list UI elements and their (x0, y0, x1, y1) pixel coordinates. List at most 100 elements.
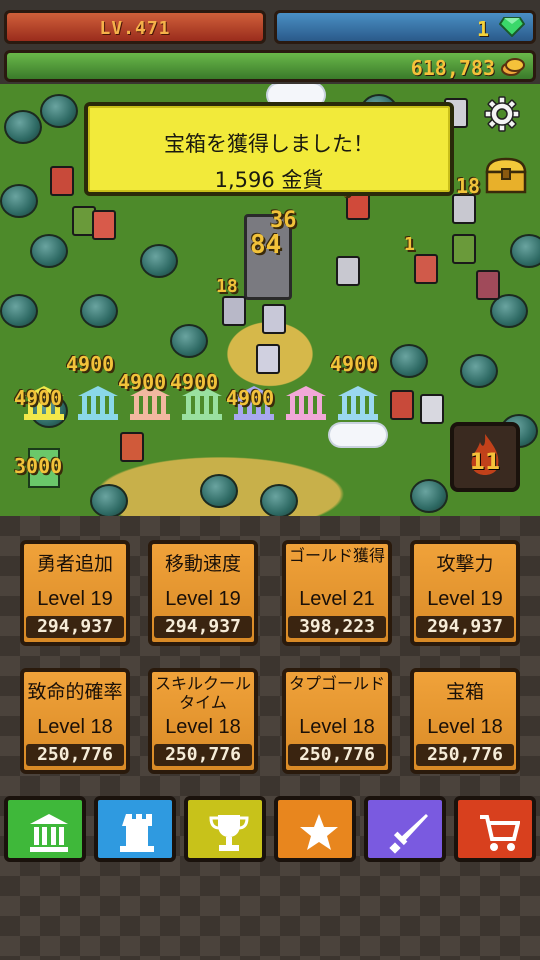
hero-unit (336, 256, 360, 286)
sword-icon (389, 814, 428, 854)
damage-number: 4900 (226, 386, 275, 410)
damage-number: 1 (404, 234, 415, 255)
upgrade-level: Level 19 (165, 588, 241, 610)
treasure-popup[interactable]: 宝箱を獲得しました！ 1,596 金貨 (84, 102, 454, 196)
upgrade-title: タプゴールド (288, 674, 385, 693)
hero-unit (390, 390, 414, 420)
player-level-bar: LV.471 (4, 10, 266, 44)
nav-sword-button[interactable] (364, 796, 446, 862)
upgrade-crit-chance[interactable]: 致命的確率 Level 18 250,776 (20, 668, 130, 774)
upgrade-cost: 250,776 (416, 744, 514, 766)
nav-shop-button[interactable] (454, 796, 536, 862)
temple-pink (286, 386, 326, 420)
tree (510, 234, 540, 268)
gem-bar[interactable]: 1 (274, 10, 536, 44)
upgrade-level: Level 19 (427, 588, 503, 610)
damage-number: 3000 (14, 454, 63, 478)
damage-number: 84 (250, 230, 282, 260)
cloud (330, 424, 386, 446)
damage-number: 18 (456, 174, 481, 198)
treasure-chest-icon[interactable] (484, 156, 528, 194)
star-icon (300, 814, 338, 850)
hero-unit (256, 344, 280, 374)
settings-gear-icon[interactable] (484, 96, 520, 132)
upgrade-gold-gain[interactable]: ゴールド獲得 Level 21 398,223 (282, 540, 392, 646)
tree (140, 244, 178, 278)
tree (80, 294, 118, 328)
nav-temple-button[interactable] (4, 796, 86, 862)
hero-unit (120, 432, 144, 462)
tree (0, 184, 38, 218)
upgrade-title: 致命的確率 (27, 681, 123, 703)
popup-message: 宝箱を獲得しました！ (164, 132, 374, 156)
upgrade-cost: 250,776 (26, 744, 124, 766)
upgrade-cost: 294,937 (416, 616, 514, 638)
upgrade-level: Level 18 (165, 716, 241, 738)
damage-number: 4900 (170, 370, 219, 394)
tree (40, 94, 78, 128)
upgrade-level: Level 21 (299, 588, 375, 610)
upgrade-treasure-chest[interactable]: 宝箱 Level 18 250,776 (410, 668, 520, 774)
upgrade-title: 移動速度 (164, 553, 241, 575)
hero-unit (262, 304, 286, 334)
upgrade-cost: 398,223 (288, 616, 386, 638)
tree (200, 474, 238, 508)
upgrade-title: 攻撃力 (436, 553, 494, 575)
upgrade-title: スキルクールタイム (154, 674, 251, 712)
temple-cyan (78, 386, 118, 420)
tree (260, 484, 298, 516)
player-level-text: LV.471 (99, 18, 171, 39)
upgrade-title: ゴールド獲得 (288, 546, 385, 565)
tree (410, 479, 448, 513)
upgrade-level: Level 18 (299, 716, 375, 738)
upgrade-attack[interactable]: 攻撃力 Level 19 294,937 (410, 540, 520, 646)
popup-gold-amount: 1,596 金貨 (214, 168, 324, 192)
hero-unit (452, 194, 476, 224)
upgrade-move-speed[interactable]: 移動速度 Level 19 294,937 (148, 540, 258, 646)
tree (0, 294, 38, 328)
fire-skill-button[interactable]: 11 (450, 422, 520, 492)
upgrade-cost: 250,776 (154, 744, 252, 766)
damage-number: 4900 (14, 386, 63, 410)
upgrade-cost: 294,937 (26, 616, 124, 638)
upgrade-cost: 250,776 (288, 744, 386, 766)
upgrade-title: 宝箱 (445, 681, 484, 703)
hero-unit (414, 254, 438, 284)
trophy-icon (209, 815, 249, 851)
nav-star-button[interactable] (274, 796, 356, 862)
nav-tower-button[interactable] (94, 796, 176, 862)
damage-number: 4900 (118, 370, 167, 394)
temple-icon (30, 814, 68, 852)
upgrade-level: Level 18 (37, 716, 113, 738)
gem-count: 1 (476, 17, 489, 41)
tree (30, 234, 68, 268)
upgrade-add-hero[interactable]: 勇者追加 Level 19 294,937 (20, 540, 130, 646)
upgrade-title: 勇者追加 (36, 553, 113, 575)
enemy-unit (452, 234, 476, 264)
cart-icon (480, 815, 520, 851)
damage-number: 4900 (330, 352, 379, 376)
upgrade-tap-gold[interactable]: タプゴールド Level 18 250,776 (282, 668, 392, 774)
damage-number: 4900 (66, 352, 115, 376)
upgrade-level: Level 18 (427, 716, 503, 738)
nav-trophy-button[interactable] (184, 796, 266, 862)
upgrade-cost: 294,937 (154, 616, 252, 638)
gold-count: 618,783 (410, 56, 495, 80)
upgrade-skill-cooldown[interactable]: スキルクールタイム Level 18 250,776 (148, 668, 258, 774)
tower-icon (120, 814, 154, 852)
gold-bar: 618,783 (4, 50, 536, 82)
upgrade-level: Level 19 (37, 588, 113, 610)
gem-icon (499, 17, 525, 37)
tree (460, 354, 498, 388)
hero-unit (92, 210, 116, 240)
damage-number: 18 (216, 276, 238, 297)
coin-icon (501, 58, 525, 76)
enemy-unit (476, 270, 500, 300)
hero-unit (222, 296, 246, 326)
tree (90, 484, 128, 516)
tree (170, 324, 208, 358)
tree (390, 344, 428, 378)
tree (4, 110, 42, 144)
fire-skill-count: 11 (469, 450, 501, 475)
temple-blue (338, 386, 378, 420)
